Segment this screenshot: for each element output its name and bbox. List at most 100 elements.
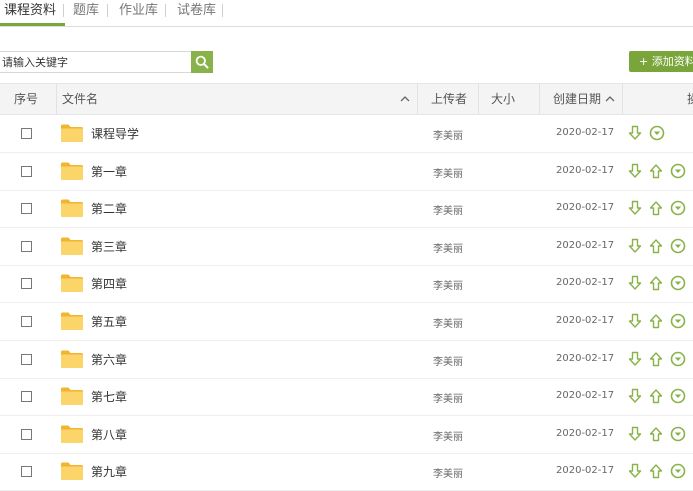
move-down-button[interactable] <box>628 426 642 442</box>
table-row[interactable]: 课程导学 李美丽 2020-02-17 <box>0 115 693 153</box>
move-down-button[interactable] <box>628 388 642 404</box>
sort-chevron-up-icon[interactable] <box>605 95 615 102</box>
row-checkbox[interactable] <box>21 203 32 215</box>
more-options-button[interactable] <box>670 275 686 291</box>
move-up-button[interactable] <box>649 238 663 254</box>
move-up-button[interactable] <box>649 351 663 367</box>
move-down-button[interactable] <box>628 163 642 179</box>
chevron-circle-down-icon <box>649 125 665 141</box>
table-row[interactable]: 第一章 李美丽 2020-02-17 <box>0 153 693 191</box>
move-up-button[interactable] <box>649 275 663 291</box>
more-options-button[interactable] <box>670 238 686 254</box>
row-checkbox[interactable] <box>21 165 32 177</box>
row-checkbox[interactable] <box>21 353 32 365</box>
row-checkbox[interactable] <box>21 278 32 290</box>
folder-icon <box>60 123 84 147</box>
move-down-button[interactable] <box>628 351 642 367</box>
sort-chevron-up-icon[interactable] <box>400 95 410 102</box>
tab-exam-bank[interactable]: 试卷库 <box>177 1 216 25</box>
table-row[interactable]: 第九章 李美丽 2020-02-17 <box>0 453 693 491</box>
row-checkbox[interactable] <box>21 466 32 478</box>
row-checkbox[interactable] <box>21 240 32 252</box>
file-name[interactable]: 第三章 <box>91 238 127 255</box>
tab-separator <box>63 4 64 17</box>
chevron-circle-down-icon <box>670 351 686 367</box>
folder-icon <box>60 311 84 335</box>
search-icon <box>195 55 209 69</box>
header-divider <box>539 84 540 114</box>
uploader-name: 李美丽 <box>433 319 463 330</box>
header-divider <box>622 84 623 114</box>
file-name[interactable]: 课程导学 <box>91 125 139 142</box>
file-name[interactable]: 第五章 <box>91 313 127 330</box>
move-down-button[interactable] <box>628 238 642 254</box>
file-name[interactable]: 第一章 <box>91 163 127 180</box>
chevron-circle-down-icon <box>670 275 686 291</box>
row-checkbox[interactable] <box>21 316 32 327</box>
header-created-date[interactable]: 创建日期 <box>553 84 601 114</box>
move-up-button[interactable] <box>649 426 663 442</box>
created-date: 2020-02-17 <box>556 352 615 364</box>
table-row[interactable]: 第八章 李美丽 2020-02-17 <box>0 416 693 454</box>
move-down-button[interactable] <box>628 125 642 141</box>
more-options-button[interactable] <box>670 313 686 329</box>
created-date: 2020-02-17 <box>556 277 615 289</box>
move-down-button[interactable] <box>628 313 642 329</box>
table-row[interactable]: 第五章 李美丽 2020-02-17 <box>0 303 693 341</box>
uploader-name: 李美丽 <box>433 243 463 255</box>
more-options-button[interactable] <box>670 200 686 216</box>
arrow-down-icon <box>628 125 642 141</box>
row-checkbox[interactable] <box>21 391 32 403</box>
more-options-button[interactable] <box>670 388 686 404</box>
tab-homework-bank[interactable]: 作业库 <box>119 1 158 25</box>
table-row[interactable]: 第二章 李美丽 2020-02-17 <box>0 190 693 229</box>
table-row[interactable]: 第四章 李美丽 2020-02-17 <box>0 265 693 304</box>
table-row[interactable]: 第六章 李美丽 2020-02-17 <box>0 341 693 379</box>
move-up-button[interactable] <box>649 200 663 216</box>
folder-icon <box>61 274 83 293</box>
tab-separator <box>107 4 108 17</box>
file-name[interactable]: 第八章 <box>91 426 127 443</box>
header-filename[interactable]: 文件名 <box>62 84 98 114</box>
chevron-circle-down-icon <box>670 163 686 179</box>
more-options-button[interactable] <box>670 163 686 179</box>
folder-icon <box>61 237 83 255</box>
row-checkbox[interactable] <box>21 428 32 440</box>
move-up-button[interactable] <box>649 313 663 329</box>
arrow-down-icon <box>628 351 642 367</box>
file-name[interactable]: 第七章 <box>91 388 127 405</box>
created-date: 2020-02-17 <box>556 202 615 214</box>
created-date: 2020-02-17 <box>556 315 615 326</box>
move-down-button[interactable] <box>628 275 642 291</box>
move-up-button[interactable] <box>649 163 663 179</box>
arrow-up-icon <box>649 463 663 479</box>
tab-question-bank[interactable]: 题库 <box>73 1 99 25</box>
arrow-down-icon <box>628 275 642 291</box>
search-button[interactable] <box>191 51 213 73</box>
search-input[interactable] <box>0 51 192 73</box>
move-up-button[interactable] <box>649 388 663 404</box>
chevron-circle-down-icon <box>670 200 686 216</box>
file-name[interactable]: 第四章 <box>91 275 127 292</box>
folder-icon <box>60 161 84 185</box>
move-down-button[interactable] <box>628 463 642 479</box>
row-checkbox[interactable] <box>21 128 32 139</box>
more-options-button[interactable] <box>670 426 686 442</box>
file-name[interactable]: 第二章 <box>91 200 127 217</box>
header-divider <box>417 84 418 114</box>
header-divider <box>56 84 57 114</box>
more-options-button[interactable] <box>649 125 665 141</box>
uploader-name: 李美丽 <box>433 431 463 443</box>
tab-course-materials[interactable]: 课程资料 <box>4 1 56 25</box>
move-down-button[interactable] <box>628 200 642 216</box>
more-options-button[interactable] <box>670 351 686 367</box>
move-up-button[interactable] <box>649 463 663 479</box>
table-row[interactable]: 第七章 李美丽 2020-02-17 <box>0 378 693 417</box>
add-material-button[interactable]: + 添加资料 <box>629 51 693 72</box>
table-row[interactable]: 第三章 李美丽 2020-02-17 <box>0 228 693 266</box>
file-name[interactable]: 第六章 <box>91 351 127 368</box>
arrow-down-icon <box>628 463 642 479</box>
more-options-button[interactable] <box>670 463 686 479</box>
arrow-up-icon <box>649 163 663 179</box>
header-size: 大小 <box>491 92 516 106</box>
